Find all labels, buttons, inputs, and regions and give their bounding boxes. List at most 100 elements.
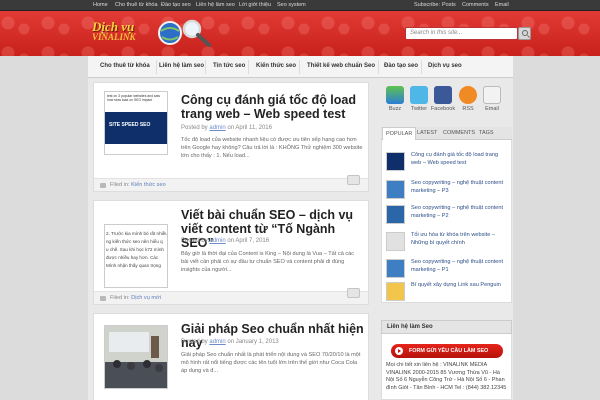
post-meta: Posted by admin on April 7, 2016 bbox=[181, 238, 269, 244]
popular-item-title[interactable]: Công cụ đánh giá tốc độ load trang web –… bbox=[411, 152, 509, 167]
contact-details: Mọi chi tiết xin liên hệ : VINALINK MEDI… bbox=[386, 362, 507, 391]
post-author-link[interactable]: admin bbox=[209, 238, 225, 244]
nav-item-thiet-ke-web[interactable]: Thiết kế web chuẩn Seo bbox=[307, 63, 375, 69]
nav-divider bbox=[205, 60, 206, 74]
classroom-photo-icon bbox=[105, 326, 167, 388]
sidebar-tabs: POPULAR LATEST COMMENTS TAGS bbox=[381, 127, 512, 140]
search-input[interactable]: Search in this site... bbox=[405, 27, 518, 40]
post-meta-prefix: Posted by bbox=[181, 339, 208, 345]
post-thumbnail[interactable] bbox=[104, 325, 168, 389]
post-title[interactable]: Công cụ đánh giá tốc độ load trang web –… bbox=[181, 93, 366, 121]
popular-item[interactable]: Bí quyết xây dựng Link sau Penguin bbox=[386, 282, 509, 312]
folder-icon bbox=[100, 183, 106, 188]
thumb-text-line: Mình nhận thấy quan trọng bbox=[106, 263, 161, 268]
twitter-icon[interactable] bbox=[410, 86, 428, 104]
top-bar: Home Cho thuê từ khóa Đào tạo seo Liên h… bbox=[0, 0, 600, 11]
post-excerpt: Bây giờ là thời đại của Content is King … bbox=[181, 251, 355, 273]
filed-in-label: Filed in: bbox=[110, 295, 130, 301]
site-logo[interactable]: Dịch vụ VINALINK bbox=[92, 17, 230, 49]
filed-in-label: Filed in: bbox=[110, 182, 130, 188]
topbar-link-loi-gioi-thieu[interactable]: Lời giới thiệu bbox=[239, 2, 271, 8]
topbar-subscribe-label: Subscribe: bbox=[414, 2, 440, 8]
comment-bubble-icon[interactable] bbox=[347, 288, 360, 298]
post-excerpt: Tốc độ load của website nhanh liệu có đư… bbox=[181, 137, 363, 159]
nav-item-dao-tao[interactable]: Đào tạo seo bbox=[384, 63, 418, 69]
social-label-twitter: Twitter bbox=[410, 106, 428, 112]
thumb-banner: SITE SPEED SEO bbox=[105, 112, 167, 144]
post-author-link[interactable]: admin bbox=[209, 339, 225, 345]
facebook-icon[interactable] bbox=[434, 86, 452, 104]
post-meta-prefix: Posted by bbox=[181, 125, 208, 131]
post-card: Giải pháp Seo chuẩn nhất hiện nay Posted… bbox=[93, 313, 369, 400]
rss-icon[interactable] bbox=[459, 86, 477, 104]
nav-divider bbox=[421, 60, 422, 74]
main-nav: Cho thuê từ khóa Liên hệ làm seo Tin tức… bbox=[88, 56, 513, 78]
nav-item-cho-thue[interactable]: Cho thuê từ khóa bbox=[100, 63, 150, 69]
email-icon[interactable] bbox=[483, 86, 501, 104]
buzz-icon[interactable] bbox=[386, 86, 404, 104]
thumb-text-line: u chế. Sau khi học k72 mình bbox=[106, 247, 164, 252]
post-category-link[interactable]: Dịch vụ mới bbox=[131, 295, 161, 301]
search-icon[interactable] bbox=[518, 27, 531, 40]
post-date: on April 11, 2016 bbox=[227, 125, 272, 131]
tab-tags[interactable]: TAGS bbox=[479, 130, 494, 136]
nav-divider bbox=[378, 60, 379, 74]
topbar-link-home[interactable]: Home bbox=[93, 2, 108, 8]
contact-widget-title: Liên hệ làm Seo bbox=[381, 320, 512, 334]
comment-bubble-icon[interactable] bbox=[347, 175, 360, 185]
post-thumbnail[interactable]: 2. Trước kia mình bỏ rất nhiều ng kiến t… bbox=[104, 224, 168, 288]
popular-item-title[interactable]: Tối ưu hóa từ khóa trên website – Những … bbox=[411, 232, 509, 247]
nav-item-kien-thuc[interactable]: Kiến thức seo bbox=[256, 63, 296, 69]
nav-item-tin-tuc[interactable]: Tin tức seo bbox=[213, 63, 245, 69]
post-excerpt: Giải pháp Seo chuẩn nhất là phát triển n… bbox=[181, 352, 361, 374]
tab-comments[interactable]: COMMENTS bbox=[443, 130, 475, 136]
topbar-link-seo-system[interactable]: Seo system bbox=[277, 2, 306, 8]
nav-divider bbox=[299, 60, 300, 74]
logo-globe-magnifier-icon bbox=[158, 19, 211, 47]
popular-item-title[interactable]: Bí quyết xây dựng Link sau Penguin bbox=[411, 282, 509, 290]
popular-item[interactable]: Seo copywriting – nghệ thuật content mar… bbox=[386, 205, 509, 235]
popular-item-title[interactable]: Seo copywriting – nghệ thuật content mar… bbox=[411, 180, 509, 195]
popular-item-title[interactable]: Seo copywriting – nghệ thuật content mar… bbox=[411, 259, 509, 274]
social-links: Buzz Twitter Facebook RSS Email bbox=[381, 86, 512, 118]
topbar-link-dao-tao[interactable]: Đào tạo seo bbox=[161, 2, 191, 8]
popular-item[interactable]: Công cụ đánh giá tốc độ load trang web –… bbox=[386, 152, 509, 182]
social-label-email: Email bbox=[485, 106, 499, 112]
topbar-link-cho-thue[interactable]: Cho thuê từ khóa bbox=[115, 2, 158, 8]
post-date: on April 7, 2016 bbox=[227, 238, 270, 244]
social-label-rss: RSS bbox=[462, 106, 474, 112]
popular-item[interactable]: Tối ưu hóa từ khóa trên website – Những … bbox=[386, 232, 509, 262]
post-footer: Filed in: Dịch vụ mới bbox=[94, 291, 368, 304]
post-thumbnail[interactable]: test on 3 popular websites and saw how s… bbox=[104, 91, 168, 155]
post-author-link[interactable]: admin bbox=[209, 125, 225, 131]
popular-thumbnail bbox=[386, 259, 405, 278]
post-title[interactable]: Giải pháp Seo chuẩn nhất hiện nay bbox=[181, 322, 366, 350]
tab-latest[interactable]: LATEST bbox=[417, 130, 437, 136]
social-label-facebook: Facebook bbox=[430, 106, 456, 112]
post-card: 2. Trước kia mình bỏ rất nhiều ng kiến t… bbox=[93, 200, 369, 305]
nav-item-dich-vu[interactable]: Dịch vụ seo bbox=[428, 63, 462, 69]
popular-thumbnail bbox=[386, 152, 405, 171]
popular-posts-list: Công cụ đánh giá tốc độ load trang web –… bbox=[381, 140, 512, 303]
left-gutter bbox=[0, 56, 88, 400]
topbar-link-email[interactable]: Email bbox=[495, 2, 509, 8]
popular-item-title[interactable]: Seo copywriting – nghệ thuật content mar… bbox=[411, 205, 509, 220]
post-meta: Posted by admin on April 11, 2016 bbox=[181, 125, 272, 131]
topbar-link-comments[interactable]: Comments bbox=[462, 2, 489, 8]
thumb-text-line: 2. Trước kia mình bỏ rất nhiều bbox=[106, 231, 168, 236]
thumb-text-line: ng kiến thức seo nên hiểu q bbox=[106, 239, 163, 244]
post-meta: Posted by admin on January 1, 2013 bbox=[181, 339, 279, 345]
right-gutter bbox=[513, 56, 600, 400]
folder-icon bbox=[100, 296, 106, 301]
topbar-link-posts[interactable]: Posts bbox=[442, 2, 456, 8]
topbar-link-lien-he[interactable]: Liên hệ làm seo bbox=[196, 2, 235, 8]
tab-popular[interactable]: POPULAR bbox=[382, 127, 417, 140]
popular-thumbnail bbox=[386, 232, 405, 251]
seo-request-form-button[interactable]: FORM GỬI YÊU CẦU LÀM SEO bbox=[391, 344, 503, 358]
popular-thumbnail bbox=[386, 205, 405, 224]
nav-item-lien-he[interactable]: Liên hệ làm seo bbox=[159, 63, 204, 69]
post-category-link[interactable]: Kiến thức seo bbox=[131, 182, 166, 188]
nav-divider bbox=[156, 60, 157, 74]
nav-divider bbox=[248, 60, 249, 74]
form-banner-label: FORM GỬI YÊU CẦU LÀM SEO bbox=[409, 348, 489, 354]
